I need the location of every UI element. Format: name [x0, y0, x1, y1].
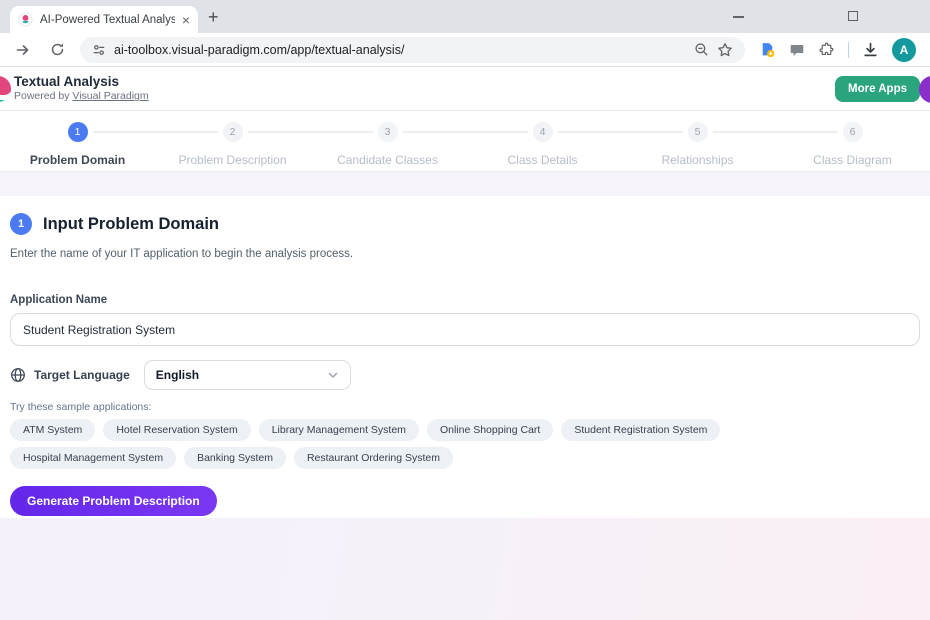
sample-chip-banking-system[interactable]: Banking System — [184, 447, 286, 469]
globe-icon — [10, 367, 26, 383]
section-description: Enter the name of your IT application to… — [10, 248, 920, 260]
new-tab-button[interactable]: + — [208, 7, 219, 28]
generate-problem-description-button[interactable]: Generate Problem Description — [10, 486, 217, 516]
sample-chip-student-registration-system[interactable]: Student Registration System — [561, 419, 720, 441]
step-relationships[interactable]: 5 Relationships — [620, 122, 775, 171]
toolbar-separator — [848, 42, 849, 58]
step-number: 5 — [688, 122, 708, 142]
app-header: Textual Analysis Powered by Visual Parad… — [0, 67, 930, 111]
tab-title: AI-Powered Textual Analysis for — [40, 14, 175, 26]
chat-extension-icon[interactable] — [789, 42, 805, 58]
step-number: 6 — [843, 122, 863, 142]
target-language-label: Target Language — [34, 368, 130, 382]
section-heading: Input Problem Domain — [43, 215, 219, 234]
bookmark-star-icon[interactable] — [717, 42, 733, 58]
step-number: 4 — [533, 122, 553, 142]
zoom-page-icon[interactable] — [694, 42, 709, 57]
window-maximize-button[interactable] — [848, 11, 858, 21]
url-bar[interactable]: ai-toolbox.visual-paradigm.com/app/textu… — [80, 37, 745, 63]
step-label: Class Diagram — [775, 153, 930, 167]
step-class-details[interactable]: 4 Class Details — [465, 122, 620, 171]
step-label: Class Details — [465, 153, 620, 167]
url-text[interactable]: ai-toolbox.visual-paradigm.com/app/textu… — [114, 43, 686, 57]
wizard-stepper: 1 Problem Domain 2 Problem Description 3… — [0, 111, 930, 172]
window-minimize-button[interactable] — [733, 16, 744, 18]
powered-by-text: Powered by Visual Paradigm — [14, 90, 149, 103]
browser-tab-strip: AI-Powered Textual Analysis for × + — [0, 0, 930, 33]
more-apps-button[interactable]: More Apps — [835, 76, 920, 102]
app-logo-icon — [0, 76, 11, 102]
sample-chip-restaurant-ordering-system[interactable]: Restaurant Ordering System — [294, 447, 453, 469]
application-name-input[interactable] — [10, 313, 920, 346]
application-name-label: Application Name — [10, 294, 920, 306]
downloads-icon[interactable] — [862, 41, 879, 58]
target-language-value: English — [156, 368, 327, 382]
step-problem-description[interactable]: 2 Problem Description — [155, 122, 310, 171]
step-number: 2 — [223, 122, 243, 142]
extensions-puzzle-icon[interactable] — [818, 41, 835, 58]
step-number: 3 — [378, 122, 398, 142]
site-settings-icon[interactable] — [92, 43, 106, 57]
drive-extension-icon[interactable] — [759, 41, 776, 58]
step-label: Candidate Classes — [310, 153, 465, 167]
browser-toolbar: ai-toolbox.visual-paradigm.com/app/textu… — [0, 33, 930, 66]
sample-chip-hotel-reservation-system[interactable]: Hotel Reservation System — [103, 419, 250, 441]
powered-by-prefix: Powered by — [14, 90, 72, 102]
step-class-diagram[interactable]: 6 Class Diagram — [775, 122, 930, 171]
section-step-badge: 1 — [10, 213, 32, 235]
user-avatar[interactable] — [919, 76, 930, 103]
step-label: Problem Domain — [0, 153, 155, 167]
step-candidate-classes[interactable]: 3 Candidate Classes — [310, 122, 465, 171]
forward-icon[interactable] — [10, 37, 36, 63]
step-number: 1 — [68, 122, 88, 142]
step-label: Relationships — [620, 153, 775, 167]
reload-icon[interactable] — [44, 37, 70, 63]
browser-tab[interactable]: AI-Powered Textual Analysis for × — [10, 6, 198, 33]
samples-label: Try these sample applications: — [10, 401, 920, 413]
sample-chip-list: ATM System Hotel Reservation System Libr… — [10, 419, 840, 469]
browser-profile-avatar[interactable]: A — [892, 38, 916, 62]
page-background-band — [0, 172, 930, 196]
sample-chip-atm-system[interactable]: ATM System — [10, 419, 95, 441]
step-problem-domain[interactable]: 1 Problem Domain — [0, 122, 155, 171]
chevron-down-icon — [327, 369, 339, 381]
extensions-area: A — [759, 38, 916, 62]
page-title: Textual Analysis — [14, 74, 149, 91]
favicon-icon — [18, 12, 33, 27]
target-language-select[interactable]: English — [144, 360, 351, 390]
page-footer-background — [0, 518, 930, 620]
sample-chip-online-shopping-cart[interactable]: Online Shopping Cart — [427, 419, 553, 441]
step-label: Problem Description — [155, 153, 310, 167]
visual-paradigm-link[interactable]: Visual Paradigm — [72, 90, 148, 102]
tab-close-icon[interactable]: × — [182, 13, 190, 27]
main-content-card: 1 Input Problem Domain Enter the name of… — [0, 196, 930, 518]
sample-chip-hospital-management-system[interactable]: Hospital Management System — [10, 447, 176, 469]
sample-chip-library-management-system[interactable]: Library Management System — [259, 419, 419, 441]
